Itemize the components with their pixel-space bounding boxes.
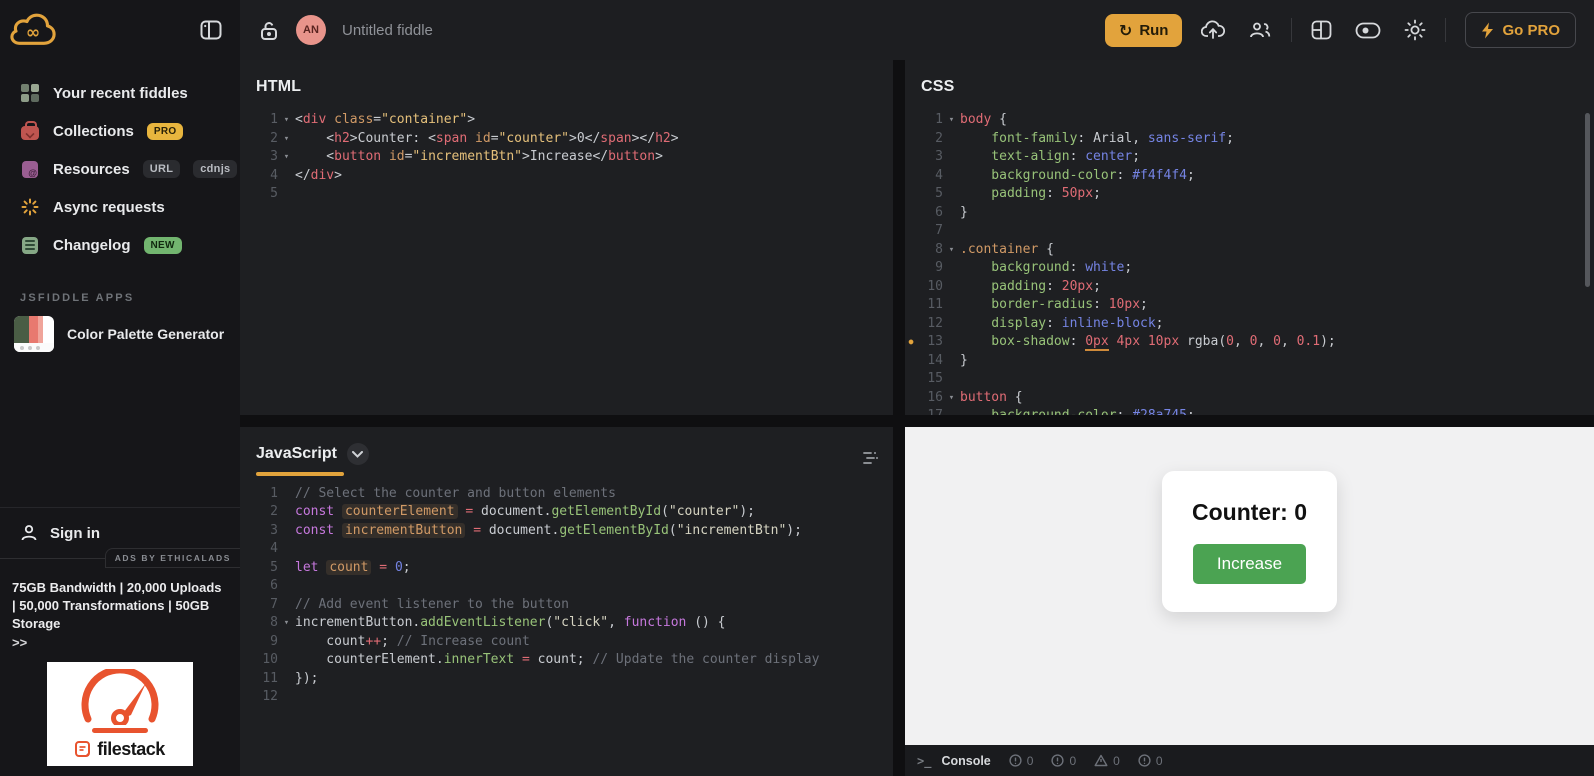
new-badge: NEW <box>144 237 182 254</box>
gauge-icon <box>74 669 166 725</box>
privacy-lock-icon[interactable] <box>260 20 278 41</box>
html-editor-panel: HTML 1▾<div class="container">2▾ <h2>Cou… <box>240 60 893 415</box>
console-log-count: 0 <box>1051 754 1076 768</box>
sidebar-header: ∞ <box>0 0 240 60</box>
increase-button[interactable]: Increase <box>1193 544 1306 584</box>
result-card: Counter: 0 Increase <box>1162 471 1337 612</box>
js-panel-title: JavaScript <box>256 445 337 463</box>
url-badge: URL <box>143 160 181 178</box>
save-upload-icon[interactable] <box>1197 16 1229 44</box>
person-icon <box>20 524 38 542</box>
sidebar-item-collections[interactable]: Collections PRO <box>0 112 240 150</box>
js-editor-panel: JavaScript 1// Select the counter and bu… <box>240 427 893 776</box>
app-item-color-palette-generator[interactable]: Color Palette Generator <box>0 304 240 364</box>
ad-more-link[interactable]: >> <box>12 635 228 650</box>
avatar[interactable]: AN <box>296 15 326 45</box>
css-code-editor[interactable]: 1▾body {2 font-family: Arial, sans-serif… <box>905 111 1594 415</box>
pro-badge: PRO <box>147 123 184 140</box>
collaborate-icon[interactable] <box>1244 16 1276 44</box>
sidebar-toggle-icon[interactable] <box>196 16 226 44</box>
css-panel-title: CSS <box>905 60 1594 96</box>
html-code-editor[interactable]: 1▾<div class="container">2▾ <h2>Counter:… <box>240 111 893 204</box>
async-requests-icon <box>20 197 40 217</box>
app-thumbnail <box>14 316 54 352</box>
info-circle-icon <box>1009 754 1022 767</box>
run-button[interactable]: ↻ Run <box>1105 14 1183 47</box>
nav-label: Changelog <box>53 237 131 254</box>
console-error-count: 0 <box>1138 754 1163 768</box>
panel-resizer-vertical[interactable] <box>893 427 905 776</box>
css-editor-panel: CSS 1▾body {2 font-family: Arial, sans-s… <box>905 60 1594 415</box>
gauge-underline <box>92 728 148 733</box>
sidebar-item-changelog[interactable]: Changelog NEW <box>0 226 240 264</box>
resources-icon <box>20 159 40 179</box>
ad-text[interactable]: 75GB Bandwidth | 20,000 Uploads | 50,000… <box>12 579 228 633</box>
sidebar: ∞ Your recent fiddles Collections PRO <box>0 0 240 776</box>
sign-in-label: Sign in <box>50 525 100 542</box>
sidebar-item-async-requests[interactable]: Async requests <box>0 188 240 226</box>
chevron-down-icon <box>352 451 363 458</box>
nav-label: Collections <box>53 123 134 140</box>
lightning-icon <box>1481 22 1494 39</box>
cdnjs-badge: cdnjs <box>193 160 237 178</box>
go-pro-button[interactable]: Go PRO <box>1465 12 1576 48</box>
collections-icon <box>20 121 40 141</box>
changelog-icon <box>20 235 40 255</box>
console-warning-count: 0 <box>1094 754 1120 768</box>
sidebar-item-resources[interactable]: Resources URL cdnjs <box>0 150 240 188</box>
jsfiddle-logo[interactable]: ∞ <box>8 7 58 53</box>
ad-section: ADS BY ETHICALADS 75GB Bandwidth | 20,00… <box>0 558 240 776</box>
js-code-editor[interactable]: 1// Select the counter and button elemen… <box>240 485 893 707</box>
layout-icon[interactable] <box>1307 16 1336 44</box>
svg-text:∞: ∞ <box>26 23 40 43</box>
sidebar-nav: Your recent fiddles Collections PRO Reso… <box>0 60 240 264</box>
app-label: Color Palette Generator <box>67 326 224 342</box>
jsfiddle-apps-header: JSFIDDLE APPS <box>20 292 240 304</box>
console-bar[interactable]: >_ Console 0 0 0 <box>905 745 1594 776</box>
ad-image-filestack[interactable]: filestack <box>47 662 193 766</box>
result-panel: Counter: 0 Increase <box>905 427 1594 745</box>
filestack-doc-icon <box>75 741 91 758</box>
error-circle-icon <box>1138 754 1151 767</box>
console-info-count: 0 <box>1009 754 1034 768</box>
toggle-icon[interactable] <box>1351 18 1385 43</box>
html-panel-title: HTML <box>240 60 893 96</box>
js-active-underline <box>256 472 344 476</box>
js-language-dropdown[interactable] <box>347 443 369 465</box>
theme-sun-icon[interactable] <box>1400 15 1430 45</box>
nav-label: Async requests <box>53 199 165 216</box>
nav-label: Your recent fiddles <box>53 85 188 102</box>
warning-triangle-icon <box>1094 754 1108 767</box>
panel-resizer-vertical[interactable] <box>893 60 905 415</box>
sidebar-item-recent-fiddles[interactable]: Your recent fiddles <box>0 74 240 112</box>
run-refresh-icon: ↻ <box>1119 21 1132 40</box>
tidy-code-icon[interactable] <box>862 451 879 469</box>
fiddle-title[interactable]: Untitled fiddle <box>342 22 433 39</box>
topbar: AN Untitled fiddle ↻ Run <box>240 0 1594 60</box>
filestack-brand-text: filestack <box>97 739 165 760</box>
panel-resizer-horizontal[interactable] <box>240 415 1594 427</box>
jsfiddle-app: ∞ Your recent fiddles Collections PRO <box>0 0 1594 776</box>
counter-heading: Counter: 0 <box>1192 499 1307 526</box>
nav-label: Resources <box>53 161 130 178</box>
ads-by-ethicalads-label[interactable]: ADS BY ETHICALADS <box>105 548 240 568</box>
log-circle-icon <box>1051 754 1064 767</box>
terminal-prompt-icon: >_ <box>917 754 931 768</box>
recent-fiddles-icon <box>20 83 40 103</box>
console-label: Console <box>941 754 990 768</box>
css-scrollbar[interactable] <box>1585 113 1590 287</box>
